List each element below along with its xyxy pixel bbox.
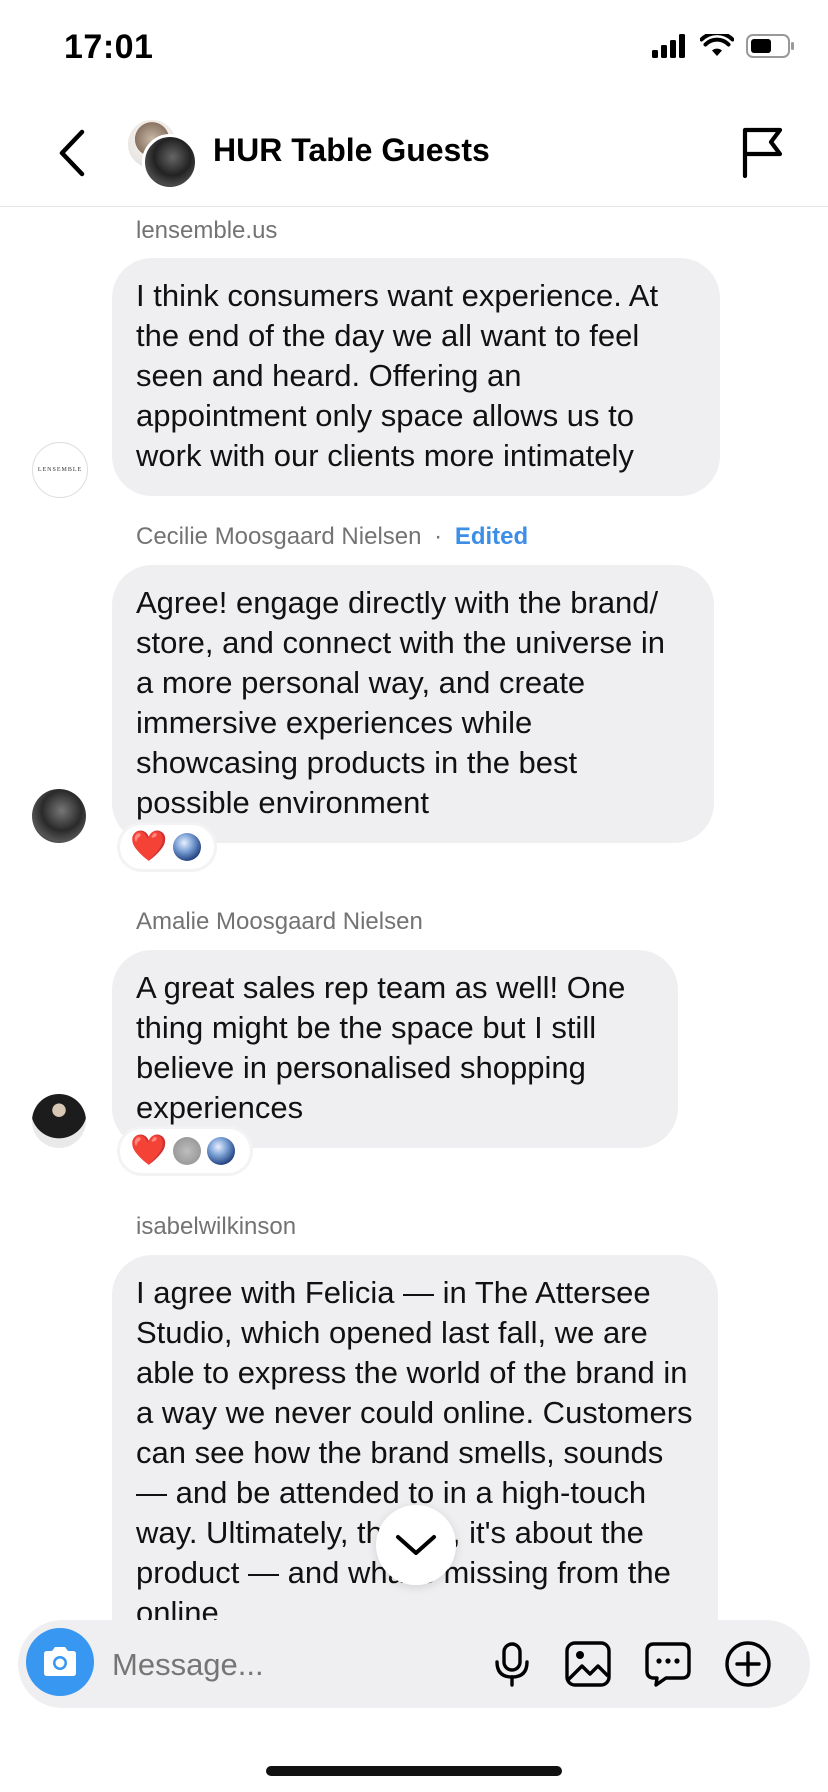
member-avatar <box>142 134 198 190</box>
message-bubble[interactable]: A great sales rep team as well! One thin… <box>112 950 678 1148</box>
message-list[interactable]: lensemble.us I think consumers want expe… <box>0 207 828 1620</box>
conversation-header: HUR Table Guests <box>0 100 828 207</box>
conversation-title[interactable]: HUR Table Guests <box>213 132 490 169</box>
status-icons <box>652 34 796 58</box>
status-time: 17:01 <box>64 28 154 66</box>
grey-avatar <box>173 1137 202 1165</box>
sticker-chat-icon[interactable] <box>644 1640 692 1688</box>
plus-circle-icon[interactable] <box>724 1640 772 1688</box>
microphone-icon[interactable] <box>488 1640 536 1688</box>
sender-avatar[interactable] <box>32 789 86 843</box>
camera-icon <box>44 1647 76 1676</box>
battery-icon <box>746 34 794 58</box>
group-avatar[interactable] <box>126 118 198 190</box>
earth-avatar <box>173 833 202 861</box>
sender-name: isabelwilkinson <box>136 1213 297 1240</box>
flag-icon[interactable] <box>740 126 786 178</box>
earth-avatar <box>207 1137 236 1165</box>
home-indicator <box>266 1766 562 1776</box>
sender-name: lensemble.us <box>136 217 278 244</box>
chevron-down-icon <box>396 1535 436 1555</box>
sender-avatar[interactable] <box>32 1094 86 1148</box>
chevron-left-icon[interactable] <box>52 128 92 178</box>
sender-name: Amalie Moosgaard Nielsen <box>136 908 423 935</box>
edited-label: Edited <box>454 523 529 550</box>
sender-name: Cecilie Moosgaard Nielsen <box>136 523 422 550</box>
message-composer <box>18 1620 810 1708</box>
status-bar: 17:01 <box>0 0 828 100</box>
reactions[interactable]: ❤️ <box>120 1129 250 1173</box>
message-text: Agree! engage directly with the brand/ s… <box>136 585 666 820</box>
message-bubble[interactable]: I think consumers want experience. At th… <box>112 258 720 496</box>
heart-reaction: ❤️ <box>130 1134 168 1167</box>
message-input[interactable] <box>110 1638 494 1692</box>
image-icon[interactable] <box>564 1640 612 1688</box>
avatar-logo-text: LENSEMBLE <box>37 467 83 473</box>
message-text: I think consumers want experience. At th… <box>136 278 659 473</box>
scroll-to-bottom-button[interactable] <box>376 1505 456 1585</box>
reactions[interactable]: ❤️ <box>120 825 214 869</box>
camera-button[interactable] <box>26 1628 94 1696</box>
sender-avatar[interactable]: LENSEMBLE <box>32 442 88 498</box>
heart-reaction: ❤️ <box>130 830 168 863</box>
wifi-icon <box>700 34 734 56</box>
message-bubble[interactable]: Agree! engage directly with the brand/ s… <box>112 565 714 843</box>
message-text: A great sales rep team as well! One thin… <box>136 970 626 1125</box>
sender-name-row: Cecilie Moosgaard Nielsen · Edited <box>136 523 528 551</box>
separator: · <box>434 523 443 550</box>
signal-icon <box>652 34 685 58</box>
